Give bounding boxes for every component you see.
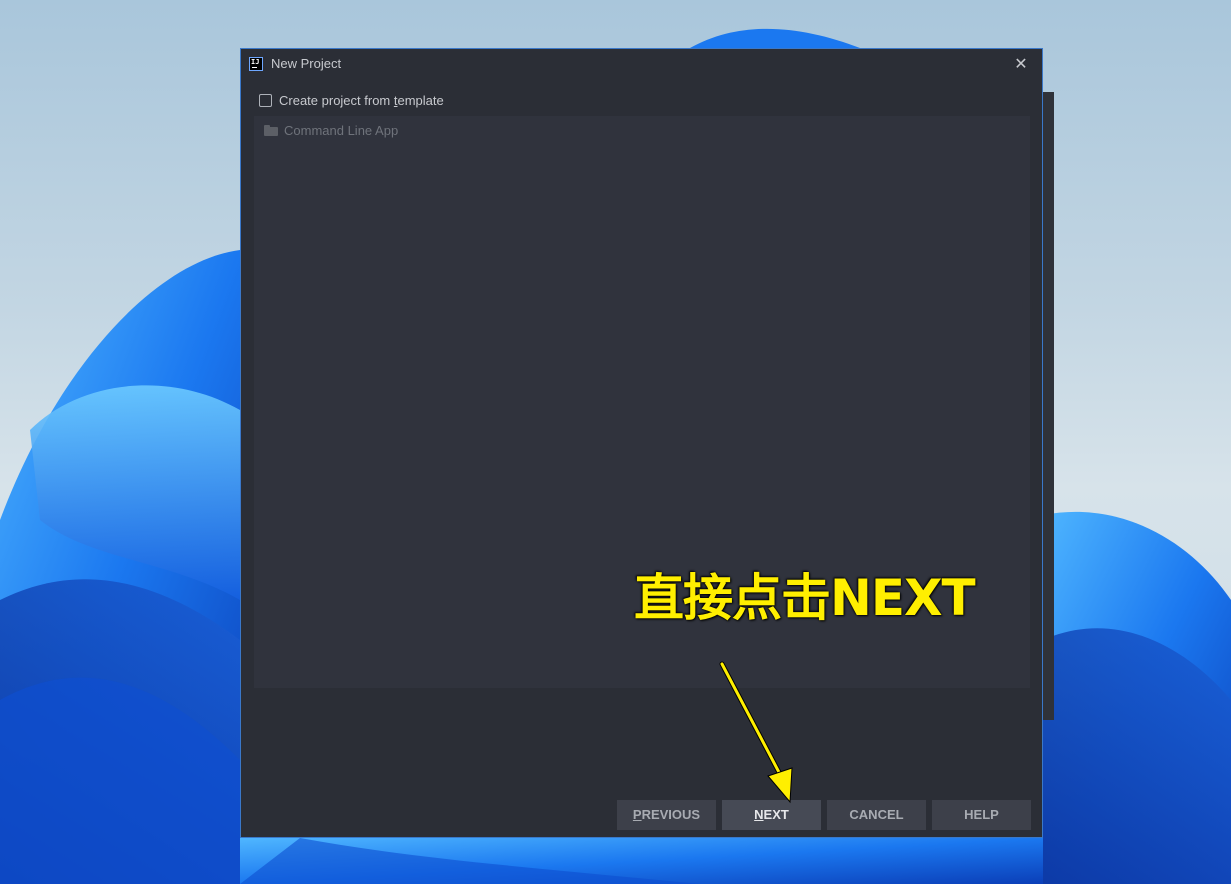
create-from-template-option[interactable]: Create project from template [259,91,444,109]
app-icon-text: IJ [251,58,260,66]
folder-icon [264,124,278,136]
template-list-item[interactable]: Command Line App [264,122,398,138]
close-button[interactable]: ✕ [1010,53,1032,75]
create-from-template-label[interactable]: Create project from template [279,93,444,108]
template-item-label: Command Line App [284,122,399,138]
help-button[interactable]: HELP [932,800,1031,830]
annotation-instruction: 直接点击NEXT [634,569,976,627]
intellij-app-icon: IJ [249,57,263,71]
dialog-titlebar[interactable]: IJ New Project ✕ [241,49,1042,79]
dialog-title: New Project [271,56,342,71]
cancel-button[interactable]: CANCEL [827,800,926,830]
create-from-template-checkbox[interactable] [259,93,272,107]
close-icon: ✕ [1014,54,1028,73]
new-project-dialog: IJ New Project ✕ Create project from tem… [240,48,1043,838]
annotation-arrow-icon [719,661,793,804]
